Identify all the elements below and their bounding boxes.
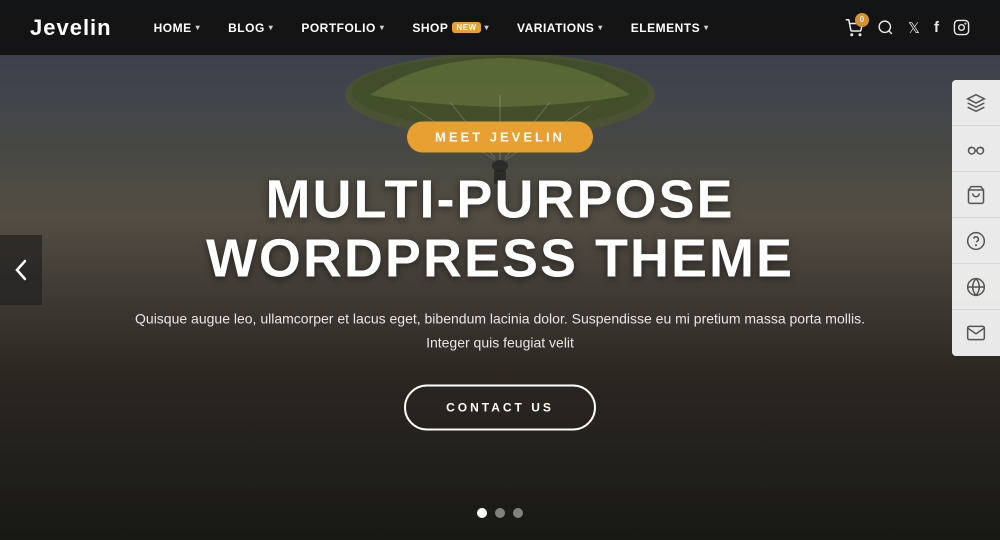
right-sidebar [952, 80, 1000, 356]
sidebar-globe-icon[interactable] [952, 264, 1000, 310]
nav-item-elements[interactable]: Elements ▾ [619, 15, 721, 41]
sidebar-bag-icon[interactable] [952, 172, 1000, 218]
hero-content: MEET JEVELIN MULTI-PURPOSE WORDPRESS THE… [0, 122, 1000, 431]
hero-section: Jevelin Home ▾ Blog ▾ Portfolio ▾ Shop N… [0, 0, 1000, 540]
slide-dot-1[interactable] [477, 508, 487, 518]
sidebar-layers-icon[interactable] [952, 80, 1000, 126]
shop-new-badge: NEW [452, 22, 480, 33]
cart-icon[interactable]: 0 [845, 19, 863, 37]
nav-item-shop[interactable]: Shop NEW ▾ [400, 15, 501, 41]
prev-slide-button[interactable] [0, 235, 42, 305]
facebook-icon[interactable]: f [934, 19, 939, 36]
slide-dots [477, 508, 523, 518]
chevron-icon: ▾ [598, 23, 603, 32]
search-icon[interactable] [877, 19, 894, 36]
twitter-icon[interactable]: 𝕏 [908, 19, 920, 37]
contact-us-button[interactable]: CONTACT US [404, 385, 596, 431]
nav-links: Home ▾ Blog ▾ Portfolio ▾ Shop NEW ▾ Var… [142, 15, 845, 41]
chevron-icon: ▾ [380, 23, 385, 32]
sidebar-glasses-icon[interactable] [952, 126, 1000, 172]
hero-tagline: MEET JEVELIN [407, 122, 593, 153]
nav-item-variations[interactable]: Variations ▾ [505, 15, 615, 41]
nav-item-blog[interactable]: Blog ▾ [216, 15, 285, 41]
chevron-icon: ▾ [485, 23, 490, 32]
slide-dot-2[interactable] [495, 508, 505, 518]
nav-icon-group: 0 𝕏 f [845, 19, 970, 37]
hero-subtitle: Quisque augue leo, ullamcorper et lacus … [80, 307, 920, 355]
chevron-icon: ▾ [704, 23, 709, 32]
cart-count-badge: 0 [855, 13, 869, 27]
chevron-icon: ▾ [269, 23, 274, 32]
slide-dot-3[interactable] [513, 508, 523, 518]
instagram-icon[interactable] [953, 19, 970, 36]
nav-item-portfolio[interactable]: Portfolio ▾ [289, 15, 396, 41]
brand-logo[interactable]: Jevelin [30, 15, 112, 41]
navbar: Jevelin Home ▾ Blog ▾ Portfolio ▾ Shop N… [0, 0, 1000, 55]
chevron-icon: ▾ [196, 23, 201, 32]
hero-title: MULTI-PURPOSE WORDPRESS THEME [80, 171, 920, 290]
nav-item-home[interactable]: Home ▾ [142, 15, 213, 41]
sidebar-mail-icon[interactable] [952, 310, 1000, 356]
sidebar-help-icon[interactable] [952, 218, 1000, 264]
